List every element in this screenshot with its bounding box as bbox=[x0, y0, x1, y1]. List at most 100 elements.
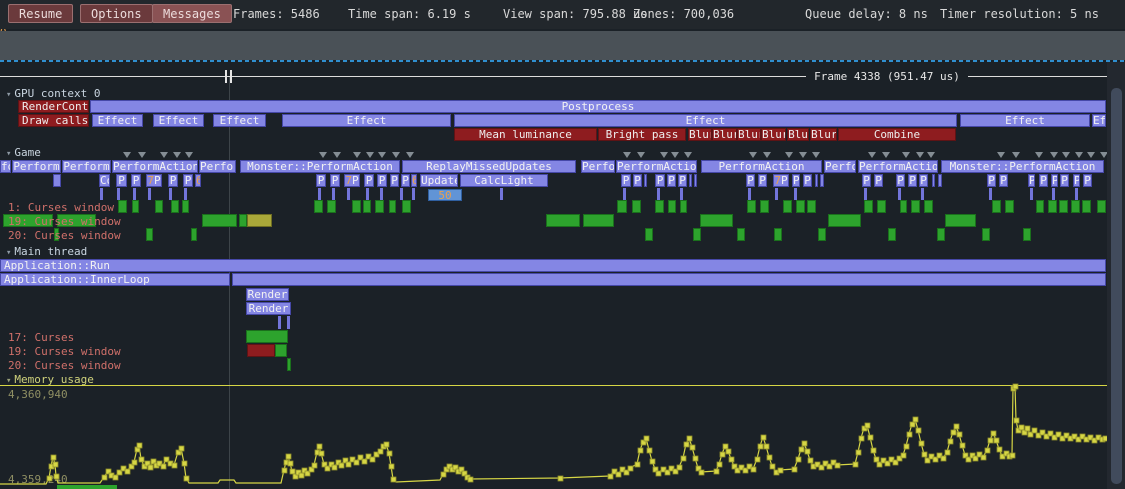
highlighted-zone-50[interactable]: 50 bbox=[428, 189, 462, 201]
message-marker-icon[interactable] bbox=[785, 152, 793, 158]
game-zone[interactable]: Monster::PerformAction bbox=[941, 160, 1104, 173]
message-marker-icon[interactable] bbox=[138, 152, 146, 158]
green-zone[interactable] bbox=[864, 200, 873, 213]
green-zone[interactable] bbox=[363, 200, 371, 213]
green-zone[interactable] bbox=[583, 214, 614, 227]
section-header-main-thread[interactable]: ▾Main thread bbox=[6, 245, 87, 258]
game-zone[interactable]: P bbox=[1028, 174, 1035, 187]
message-marker-icon[interactable] bbox=[749, 152, 757, 158]
game-zone[interactable]: P bbox=[316, 174, 326, 187]
game-zone[interactable]: P bbox=[655, 174, 665, 187]
game-zone[interactable]: CalcLight bbox=[460, 174, 548, 187]
frames-overview-strip[interactable] bbox=[0, 31, 1125, 60]
message-marker-icon[interactable] bbox=[902, 152, 910, 158]
game-zone[interactable]: Perform bbox=[62, 160, 111, 173]
gpu-zone-blur[interactable]: Blur bbox=[688, 128, 712, 141]
main-zone-render[interactable]: Render bbox=[246, 302, 291, 315]
message-marker-icon[interactable] bbox=[333, 152, 341, 158]
game-zone[interactable]: P bbox=[862, 174, 871, 187]
game-zone[interactable] bbox=[644, 174, 647, 187]
game-zone[interactable]: P bbox=[874, 174, 883, 187]
green-zone[interactable] bbox=[877, 200, 886, 213]
game-zone[interactable]: Perfo bbox=[581, 160, 615, 173]
message-marker-icon[interactable] bbox=[173, 152, 181, 158]
game-zone[interactable]: 6 bbox=[195, 174, 201, 187]
message-marker-icon[interactable] bbox=[927, 152, 935, 158]
green-zone[interactable] bbox=[191, 228, 197, 241]
game-zone[interactable]: P bbox=[364, 174, 374, 187]
olive-zone[interactable] bbox=[247, 214, 272, 227]
gpu-zone-effect[interactable]: Effect bbox=[282, 114, 451, 127]
gpu-zone-mean-luminance[interactable]: Mean luminance bbox=[454, 128, 597, 141]
game-zone[interactable]: P bbox=[1083, 174, 1092, 187]
green-zone[interactable] bbox=[246, 330, 288, 343]
message-marker-icon[interactable] bbox=[1012, 152, 1020, 158]
game-zone[interactable]: P bbox=[746, 174, 755, 187]
green-zone[interactable] bbox=[1048, 200, 1057, 213]
green-zone[interactable] bbox=[1082, 200, 1091, 213]
vertical-scrollbar-thumb[interactable] bbox=[1111, 88, 1122, 484]
gpu-zone-postprocess[interactable]: Postprocess bbox=[90, 100, 1106, 113]
message-marker-icon[interactable] bbox=[763, 152, 771, 158]
main-zone-render[interactable]: Render bbox=[246, 288, 289, 301]
green-zone[interactable] bbox=[807, 200, 816, 213]
green-zone[interactable] bbox=[1059, 200, 1068, 213]
game-zone[interactable]: P bbox=[168, 174, 178, 187]
green-zone[interactable] bbox=[1036, 200, 1044, 213]
green-zone[interactable] bbox=[992, 200, 1001, 213]
game-zone[interactable]: P bbox=[667, 174, 676, 187]
game-zone[interactable]: P bbox=[999, 174, 1008, 187]
game-zone[interactable]: P bbox=[183, 174, 193, 187]
game-zone[interactable]: P bbox=[1073, 174, 1080, 187]
green-zone[interactable] bbox=[202, 214, 237, 227]
message-marker-icon[interactable] bbox=[671, 152, 679, 158]
message-marker-icon[interactable] bbox=[392, 152, 400, 158]
main-zone-innerloop[interactable] bbox=[232, 273, 1106, 286]
message-marker-icon[interactable] bbox=[812, 152, 820, 158]
message-marker-icon[interactable] bbox=[1062, 152, 1070, 158]
green-zone[interactable] bbox=[239, 214, 247, 227]
gpu-zone-blur[interactable]: Blur bbox=[712, 128, 737, 141]
game-zone[interactable]: Perform bbox=[12, 160, 61, 173]
game-zone[interactable] bbox=[932, 174, 935, 187]
green-zone[interactable] bbox=[275, 344, 287, 357]
game-zone[interactable]: Update bbox=[420, 174, 458, 187]
message-marker-icon[interactable] bbox=[684, 152, 692, 158]
green-zone[interactable] bbox=[645, 228, 653, 241]
green-zone[interactable] bbox=[693, 228, 701, 241]
game-zone[interactable]: P bbox=[401, 174, 410, 187]
message-marker-icon[interactable] bbox=[799, 152, 807, 158]
game-zone[interactable]: P bbox=[908, 174, 917, 187]
game-zone[interactable]: P bbox=[390, 174, 399, 187]
green-zone[interactable] bbox=[314, 200, 323, 213]
game-zone[interactable]: P bbox=[1051, 174, 1058, 187]
green-zone[interactable] bbox=[352, 200, 361, 213]
message-marker-icon[interactable] bbox=[160, 152, 168, 158]
green-zone[interactable] bbox=[945, 214, 976, 227]
message-marker-icon[interactable] bbox=[660, 152, 668, 158]
message-marker-icon[interactable] bbox=[319, 152, 327, 158]
message-marker-icon[interactable] bbox=[882, 152, 890, 158]
gpu-zone-effect[interactable]: Effect bbox=[153, 114, 204, 127]
gpu-zone-blur[interactable]: Blur bbox=[737, 128, 761, 141]
gpu-zone-blur[interactable]: Blur bbox=[810, 128, 837, 141]
message-marker-icon[interactable] bbox=[366, 152, 374, 158]
gpu-zone-blur[interactable]: Blur bbox=[761, 128, 786, 141]
green-zone[interactable] bbox=[182, 200, 189, 213]
green-zone[interactable] bbox=[1005, 200, 1014, 213]
game-zone[interactable] bbox=[938, 174, 942, 187]
green-zone[interactable] bbox=[546, 214, 580, 227]
game-zone[interactable]: P bbox=[896, 174, 905, 187]
game-zone[interactable]: P bbox=[758, 174, 767, 187]
gpu-zone-rendercontext[interactable]: RenderConte bbox=[18, 100, 89, 113]
game-zone[interactable]: Perfo bbox=[824, 160, 856, 173]
message-marker-icon[interactable] bbox=[185, 152, 193, 158]
green-zone[interactable] bbox=[783, 200, 792, 213]
message-marker-icon[interactable] bbox=[353, 152, 361, 158]
gpu-zone-effect[interactable]: Ef bbox=[1092, 114, 1106, 127]
game-zone[interactable] bbox=[694, 174, 697, 187]
green-zone[interactable] bbox=[655, 200, 664, 213]
frame-marker-label[interactable]: Frame 4338 (951.47 us) bbox=[806, 70, 968, 83]
message-marker-icon[interactable] bbox=[997, 152, 1005, 158]
game-zone[interactable]: P bbox=[116, 174, 127, 187]
